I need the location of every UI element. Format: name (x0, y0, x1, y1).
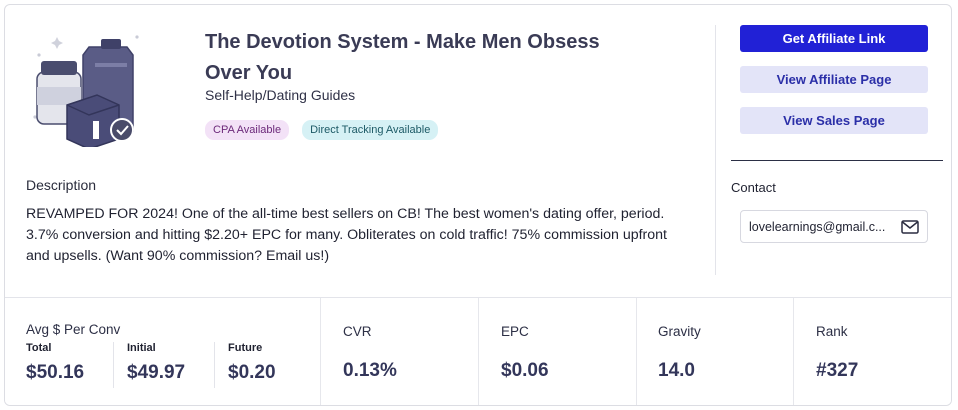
initial-label: Initial (127, 342, 156, 354)
contact-email[interactable]: lovelearnings@gmail.c... (749, 220, 895, 234)
epc-label: EPC (501, 324, 529, 339)
sub-divider (113, 342, 114, 388)
product-card: The Devotion System - Make Men Obsess Ov… (4, 4, 952, 406)
description-heading: Description (26, 177, 97, 193)
description-text: REVAMPED FOR 2024! One of the all-time b… (26, 206, 667, 264)
stats-bar: Avg $ Per Conv Total $50.16 Initial $49.… (5, 297, 951, 405)
avg-per-conv-label: Avg $ Per Conv (26, 322, 121, 337)
future-value: $0.20 (228, 362, 276, 383)
epc-stat: EPC $0.06 (478, 298, 636, 405)
cvr-label: CVR (343, 324, 372, 339)
total-label: Total (26, 342, 52, 354)
initial-value: $49.97 (127, 362, 186, 383)
cvr-value: 0.13% (343, 360, 397, 381)
product-title: The Devotion System - Make Men Obsess Ov… (205, 31, 600, 84)
future-label: Future (228, 342, 263, 354)
badge-group: CPA Available Direct Tracking Available (205, 120, 439, 140)
rank-stat: Rank #327 (793, 298, 951, 405)
rank-value: #327 (816, 360, 859, 381)
product-category: Self-Help/Dating Guides (205, 87, 356, 103)
avg-initial: Initial $49.97 (127, 342, 185, 384)
product-package-icon (33, 35, 139, 147)
avg-per-conv-stat: Avg $ Per Conv Total $50.16 Initial $49.… (5, 298, 320, 405)
gravity-stat: Gravity 14.0 (636, 298, 793, 405)
product-summary: The Devotion System - Make Men Obsess Ov… (5, 5, 951, 297)
epc-value: $0.06 (501, 360, 549, 381)
get-affiliate-link-button[interactable]: Get Affiliate Link (740, 25, 928, 52)
sub-divider (214, 342, 215, 388)
view-affiliate-page-button[interactable]: View Affiliate Page (740, 66, 928, 93)
mail-icon[interactable] (901, 219, 919, 234)
gravity-value: 14.0 (658, 360, 695, 381)
vertical-divider (715, 25, 716, 275)
contact-divider (731, 160, 943, 161)
cpa-badge: CPA Available (205, 120, 290, 140)
contact-label: Contact (731, 180, 776, 195)
avg-total: Total $50.16 (26, 342, 84, 384)
view-sales-page-button[interactable]: View Sales Page (740, 107, 928, 134)
avg-future: Future $0.20 (228, 342, 276, 384)
contact-email-field[interactable]: lovelearnings@gmail.c... (740, 210, 928, 243)
rank-label: Rank (816, 324, 848, 339)
cvr-stat: CVR 0.13% (320, 298, 478, 405)
direct-tracking-badge: Direct Tracking Available (302, 120, 439, 140)
total-value: $50.16 (26, 362, 85, 383)
gravity-label: Gravity (658, 324, 701, 339)
